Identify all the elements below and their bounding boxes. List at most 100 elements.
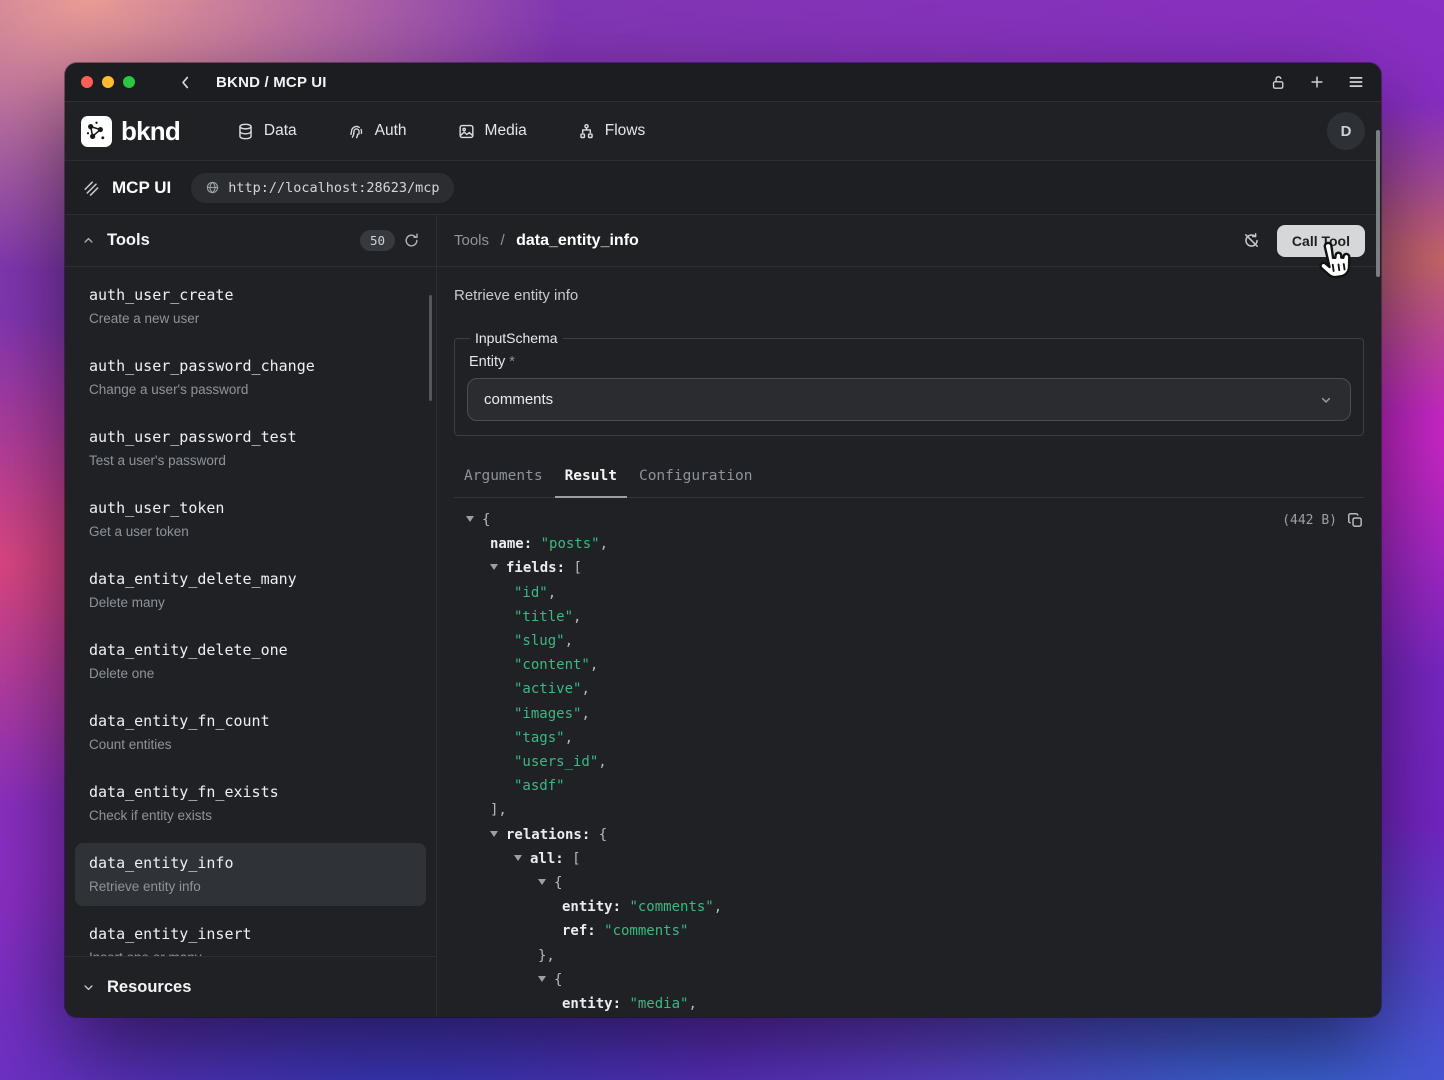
tab-result[interactable]: Result <box>555 462 627 498</box>
user-avatar[interactable]: D <box>1327 112 1365 150</box>
result-meta: (442 B) <box>1282 512 1364 529</box>
tool-description: Delete many <box>89 593 412 612</box>
tool-description: Retrieve entity info <box>454 287 1364 304</box>
tool-name: data_entity_delete_one <box>89 640 412 661</box>
tool-list-item-data_entity_info[interactable]: data_entity_infoRetrieve entity info <box>75 843 426 906</box>
refresh-icon[interactable] <box>403 232 420 249</box>
tools-section-header[interactable]: Tools 50 <box>65 215 436 267</box>
brand-text: bknd <box>121 116 180 147</box>
avatar-initial: D <box>1341 123 1352 140</box>
entity-select[interactable]: comments <box>467 378 1351 421</box>
tool-list-item-auth_user_token[interactable]: auth_user_tokenGet a user token <box>75 488 426 551</box>
image-icon <box>457 122 476 141</box>
json-line: ref: "comments" <box>454 919 1364 943</box>
tool-list-item-auth_user_password_change[interactable]: auth_user_password_change Change a user's… <box>75 346 426 409</box>
select-chevron-down-icon <box>1318 392 1334 408</box>
back-icon[interactable] <box>177 74 194 91</box>
json-line: { <box>454 968 1364 992</box>
history-off-icon[interactable] <box>1242 231 1261 250</box>
nav-item-media[interactable]: Media <box>457 122 527 141</box>
nav-item-label: Auth <box>375 122 407 140</box>
result-size-label: (442 B) <box>1282 513 1337 528</box>
tool-name: auth_user_password_change <box>89 356 412 377</box>
tool-list: auth_user_createCreate a new user auth_us… <box>65 267 436 956</box>
tools-sidebar: Tools 50 auth_user_createCreate a new us… <box>65 215 437 1017</box>
input-schema-fieldset: InputSchema Entity * comments <box>454 330 1364 436</box>
tool-list-item-data_entity_delete_many[interactable]: data_entity_delete_many Delete many <box>75 559 426 622</box>
json-line: fields: [ <box>454 556 1364 580</box>
nav-item-auth[interactable]: Auth <box>347 122 407 141</box>
menu-icon[interactable] <box>1347 73 1365 91</box>
bknd-logo-icon <box>81 116 112 147</box>
collapse-triangle-icon[interactable] <box>490 564 498 570</box>
mouse-cursor-pointer <box>1307 235 1357 289</box>
app-window: BKND / MCP UI bknd DataAuthMediaFlows D <box>65 63 1381 1017</box>
tab-configuration[interactable]: Configuration <box>629 462 763 498</box>
tab-arguments[interactable]: Arguments <box>454 462 553 498</box>
breadcrumb-current: data_entity_info <box>516 232 639 249</box>
minimize-window-button[interactable] <box>102 76 114 88</box>
tool-description: Check if entity exists <box>89 806 412 825</box>
collapse-triangle-icon[interactable] <box>490 831 498 837</box>
tool-list-item-auth_user_password_test[interactable]: auth_user_password_testTest a user's pas… <box>75 417 426 480</box>
nav-item-data[interactable]: Data <box>236 122 297 141</box>
tool-list-item-data_entity_fn_count[interactable]: data_entity_fn_countCount entities <box>75 701 426 764</box>
json-line: "asdf" <box>454 774 1364 798</box>
sidebar-scrollbar[interactable] <box>429 295 432 401</box>
tool-list-item-data_entity_fn_exists[interactable]: data_entity_fn_existsCheck if entity exi… <box>75 772 426 835</box>
bknd-logo[interactable]: bknd <box>81 116 180 147</box>
json-line: ref: "images" <box>454 1016 1364 1017</box>
collapse-triangle-icon[interactable] <box>538 879 546 885</box>
tool-description: Count entities <box>89 735 412 754</box>
mcp-url-text: http://localhost:28623/mcp <box>228 180 439 196</box>
json-line: all: [ <box>454 847 1364 871</box>
tool-name: auth_user_token <box>89 498 412 519</box>
breadcrumb-parent[interactable]: Tools <box>454 232 489 249</box>
new-tab-plus-icon[interactable] <box>1308 73 1326 91</box>
nav-item-label: Media <box>485 122 527 140</box>
tools-section-label: Tools <box>107 231 150 250</box>
chevron-up-icon[interactable] <box>81 233 96 248</box>
tool-name: data_entity_delete_many <box>89 569 412 590</box>
database-icon <box>236 122 255 141</box>
tools-count-badge: 50 <box>360 230 395 251</box>
tool-name: auth_user_password_test <box>89 427 412 448</box>
tool-list-item-data_entity_delete_one[interactable]: data_entity_delete_one Delete one <box>75 630 426 693</box>
json-line: }, <box>454 944 1364 968</box>
main-nav: Data Auth Media Flows <box>236 122 645 141</box>
window-scrollbar[interactable] <box>1376 130 1380 277</box>
entity-label-text: Entity <box>469 354 505 370</box>
zoom-window-button[interactable] <box>123 76 135 88</box>
resources-section-header[interactable]: Resources <box>65 956 436 1017</box>
breadcrumb: Tools / data_entity_info <box>454 232 639 250</box>
collapse-triangle-icon[interactable] <box>538 976 546 982</box>
close-window-button[interactable] <box>81 76 93 88</box>
lock-open-icon[interactable] <box>1270 74 1287 91</box>
json-line: { <box>454 508 1364 532</box>
tool-detail-header: Tools / data_entity_info Call Tool <box>437 215 1381 267</box>
json-line: relations: { <box>454 823 1364 847</box>
tool-description: Delete one <box>89 664 412 683</box>
collapse-triangle-icon[interactable] <box>514 855 522 861</box>
fingerprint-icon <box>347 122 366 141</box>
tool-description: Retrieve entity info <box>89 877 412 896</box>
content-area: Tools 50 auth_user_createCreate a new us… <box>65 215 1381 1017</box>
tool-description: Change a user's password <box>89 380 412 399</box>
tool-list-item-auth_user_create[interactable]: auth_user_createCreate a new user <box>75 275 426 338</box>
breadcrumb-separator: / <box>500 232 504 249</box>
titlebar-actions <box>1270 73 1365 91</box>
chevron-down-icon[interactable] <box>81 980 96 995</box>
tool-list-item-data_entity_insert[interactable]: data_entity_insertInsert one or many <box>75 914 426 956</box>
required-marker: * <box>509 354 515 370</box>
stack-icon <box>81 178 101 198</box>
tool-name: data_entity_insert <box>89 924 412 945</box>
mcp-url-pill[interactable]: http://localhost:28623/mcp <box>191 173 453 203</box>
json-line: "id", <box>454 581 1364 605</box>
collapse-triangle-icon[interactable] <box>466 516 474 522</box>
json-line: ], <box>454 798 1364 822</box>
json-tree: {name: "posts",fields: ["id","title","sl… <box>454 508 1364 1017</box>
result-tabs: ArgumentsResultConfiguration <box>454 462 1364 498</box>
nav-item-flows[interactable]: Flows <box>577 122 645 141</box>
copy-icon[interactable] <box>1347 512 1364 529</box>
json-line: "active", <box>454 677 1364 701</box>
